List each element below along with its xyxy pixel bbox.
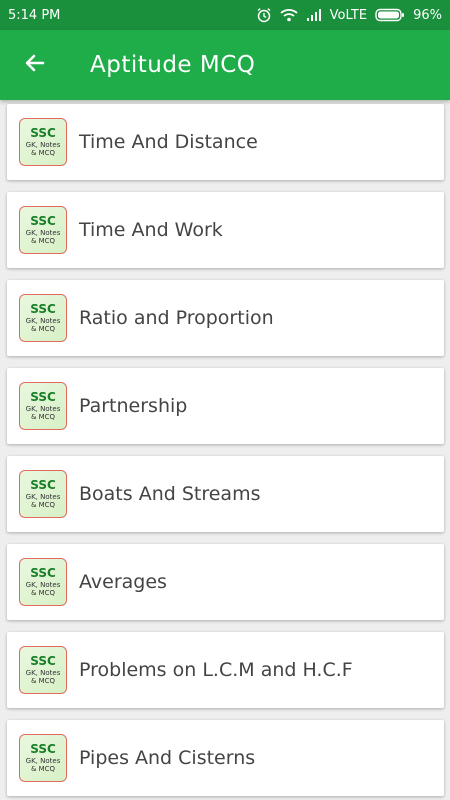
signal-icon — [306, 8, 322, 22]
icon-subtitle: & MCQ — [30, 237, 56, 245]
battery-icon — [375, 8, 405, 22]
topic-card-ratio-and-proportion[interactable]: SSC GK, Notes & MCQ Ratio and Proportion — [7, 280, 444, 356]
icon-title: SSC — [30, 742, 56, 756]
topic-card-time-and-work[interactable]: SSC GK, Notes & MCQ Time And Work — [7, 192, 444, 268]
topic-label: Boats And Streams — [79, 483, 261, 505]
icon-subtitle: GK, Notes — [25, 141, 61, 149]
topic-card-boats-and-streams[interactable]: SSC GK, Notes & MCQ Boats And Streams — [7, 456, 444, 532]
icon-subtitle: GK, Notes — [25, 581, 61, 589]
icon-subtitle: & MCQ — [30, 501, 56, 509]
icon-title: SSC — [30, 214, 56, 228]
topic-card-partnership[interactable]: SSC GK, Notes & MCQ Partnership — [7, 368, 444, 444]
icon-subtitle: GK, Notes — [25, 317, 61, 325]
ssc-app-icon: SSC GK, Notes & MCQ — [19, 206, 67, 254]
icon-subtitle: GK, Notes — [25, 405, 61, 413]
network-type-label: VoLTE — [329, 7, 368, 23]
topic-card-lcm-and-hcf[interactable]: SSC GK, Notes & MCQ Problems on L.C.M an… — [7, 632, 444, 708]
icon-subtitle: GK, Notes — [25, 493, 61, 501]
wifi-icon — [280, 8, 298, 22]
ssc-app-icon: SSC GK, Notes & MCQ — [19, 382, 67, 430]
icon-title: SSC — [30, 478, 56, 492]
icon-subtitle: GK, Notes — [25, 669, 61, 677]
icon-subtitle: & MCQ — [30, 413, 56, 421]
icon-title: SSC — [30, 390, 56, 404]
topic-label: Time And Distance — [79, 131, 258, 153]
icon-subtitle: GK, Notes — [25, 757, 61, 765]
icon-title: SSC — [30, 126, 56, 140]
topic-card-pipes-and-cisterns[interactable]: SSC GK, Notes & MCQ Pipes And Cisterns — [7, 720, 444, 796]
topic-card-averages[interactable]: SSC GK, Notes & MCQ Averages — [7, 544, 444, 620]
topic-label: Ratio and Proportion — [79, 307, 274, 329]
icon-subtitle: & MCQ — [30, 677, 56, 685]
back-button[interactable] — [0, 30, 70, 100]
topic-card-time-and-distance[interactable]: SSC GK, Notes & MCQ Time And Distance — [7, 104, 444, 180]
status-time: 5:14 PM — [8, 7, 61, 23]
topic-label: Averages — [79, 571, 167, 593]
ssc-app-icon: SSC GK, Notes & MCQ — [19, 558, 67, 606]
topic-label: Time And Work — [79, 219, 223, 241]
topic-label: Partnership — [79, 395, 188, 417]
alarm-icon — [256, 7, 272, 23]
arrow-left-icon — [23, 51, 47, 79]
ssc-app-icon: SSC GK, Notes & MCQ — [19, 118, 67, 166]
page-title: Aptitude MCQ — [90, 52, 256, 78]
icon-subtitle: & MCQ — [30, 589, 56, 597]
icon-subtitle: & MCQ — [30, 325, 56, 333]
icon-title: SSC — [30, 302, 56, 316]
app-bar: Aptitude MCQ — [0, 30, 450, 100]
icon-title: SSC — [30, 566, 56, 580]
ssc-app-icon: SSC GK, Notes & MCQ — [19, 734, 67, 782]
ssc-app-icon: SSC GK, Notes & MCQ — [19, 294, 67, 342]
status-bar: 5:14 PM VoLTE 96% — [0, 0, 450, 30]
ssc-app-icon: SSC GK, Notes & MCQ — [19, 646, 67, 694]
ssc-app-icon: SSC GK, Notes & MCQ — [19, 470, 67, 518]
icon-title: SSC — [30, 654, 56, 668]
topic-label: Pipes And Cisterns — [79, 747, 256, 769]
icon-subtitle: & MCQ — [30, 765, 56, 773]
battery-percent: 96% — [413, 7, 442, 23]
icon-subtitle: & MCQ — [30, 149, 56, 157]
icon-subtitle: GK, Notes — [25, 229, 61, 237]
topic-label: Problems on L.C.M and H.C.F — [79, 659, 353, 681]
